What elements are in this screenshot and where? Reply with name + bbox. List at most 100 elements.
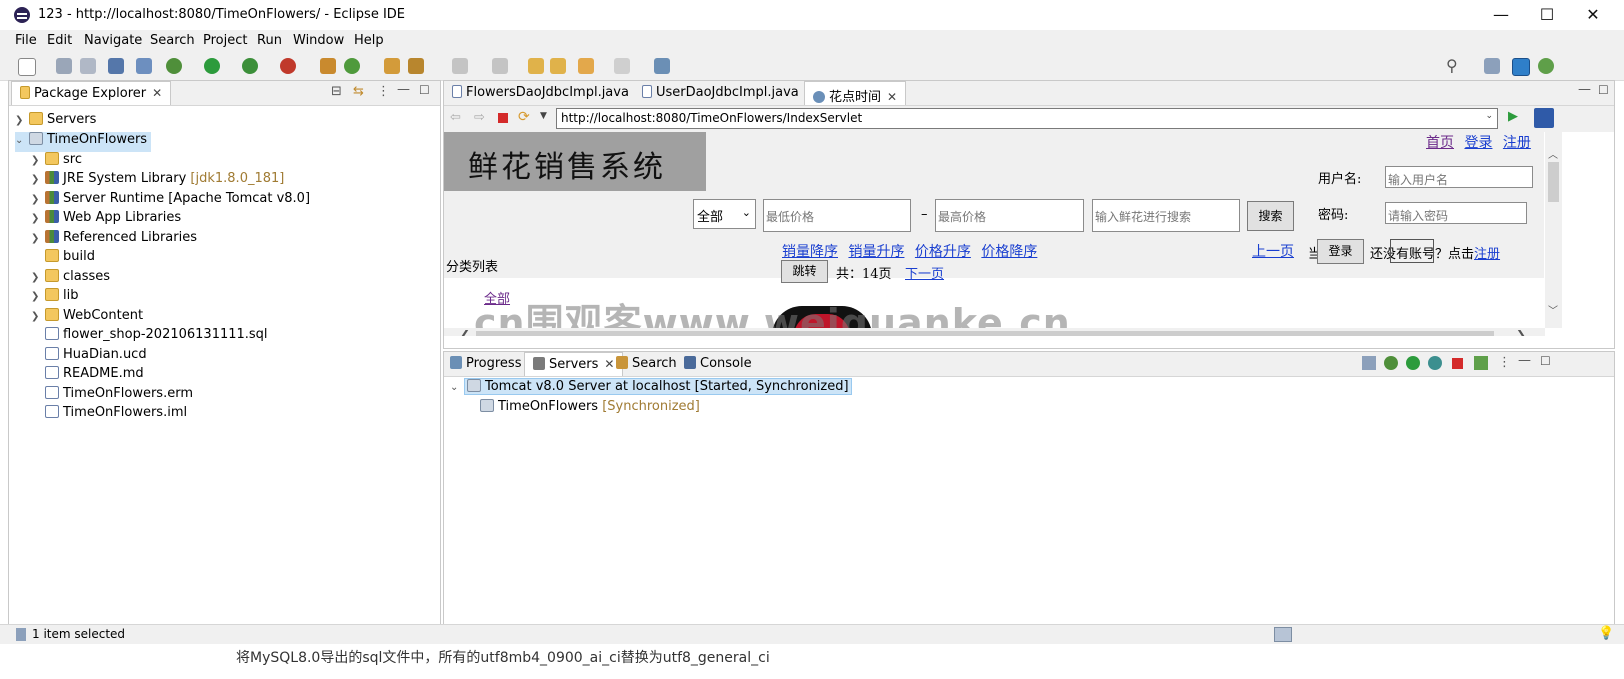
- terminal-icon[interactable]: [108, 58, 124, 74]
- scroll-right-icon[interactable]: ❯: [1516, 328, 1526, 336]
- menu-help[interactable]: Help: [354, 33, 384, 48]
- back-icon[interactable]: ⇦: [450, 110, 461, 125]
- sort-sales-desc[interactable]: 销量降序: [782, 244, 838, 260]
- maximize-button[interactable]: ☐: [1524, 0, 1570, 30]
- prev-page-link[interactable]: 上一页: [1252, 241, 1294, 261]
- chevron-right-icon[interactable]: ❯: [31, 155, 45, 166]
- coverage-icon[interactable]: [242, 58, 258, 74]
- tree-item-lib[interactable]: ❯ lib: [31, 288, 78, 308]
- forward-icon[interactable]: [614, 58, 630, 74]
- jump-button[interactable]: 跳转: [781, 260, 828, 283]
- tab-progress[interactable]: Progress: [450, 356, 521, 371]
- chevron-right-icon[interactable]: ❯: [31, 291, 45, 302]
- skip-breakpoints-icon[interactable]: [136, 58, 152, 74]
- scrollbar-thumb[interactable]: [1548, 162, 1559, 202]
- open-perspective-icon[interactable]: [1484, 58, 1500, 74]
- chevron-right-icon[interactable]: ❯: [31, 311, 45, 322]
- keyword-input[interactable]: 输入鲜花进行搜索: [1092, 199, 1240, 232]
- java-ee-perspective-icon[interactable]: [1512, 58, 1530, 76]
- menu-edit[interactable]: Edit: [47, 33, 72, 48]
- search-icon[interactable]: ⚲: [1446, 56, 1458, 75]
- tab-package-explorer[interactable]: Package Explorer ✕: [11, 81, 172, 105]
- maximize-view-icon[interactable]: ☐: [419, 83, 430, 97]
- minimize-button[interactable]: —: [1478, 0, 1524, 30]
- chevron-right-icon[interactable]: ❯: [31, 272, 45, 283]
- chevron-right-icon[interactable]: ❯: [31, 213, 45, 224]
- menu-project[interactable]: Project: [203, 33, 247, 48]
- server-row[interactable]: ⌄ Tomcat v8.0 Server at localhost [Starte…: [450, 378, 852, 399]
- maximize-view-icon[interactable]: ☐: [1598, 83, 1609, 97]
- chevron-right-icon[interactable]: ❯: [31, 174, 45, 185]
- next-annotation-icon[interactable]: [452, 58, 468, 74]
- tree-item-src[interactable]: ❯ src: [31, 152, 82, 172]
- minimize-view-icon[interactable]: —: [397, 82, 410, 97]
- tab-search[interactable]: Search: [616, 356, 677, 371]
- debug-server-icon[interactable]: [1384, 356, 1398, 370]
- search-button[interactable]: 搜索: [1247, 201, 1294, 231]
- tree-item-readme[interactable]: README.md: [31, 366, 144, 386]
- profile-server-icon[interactable]: [1428, 356, 1442, 370]
- start-server-icon[interactable]: [1406, 356, 1420, 370]
- category-select[interactable]: 全部 ⌄: [693, 199, 756, 229]
- view-menu-icon[interactable]: ⋮: [1498, 355, 1511, 370]
- tree-item-webcontent[interactable]: ❯ WebContent: [31, 308, 143, 328]
- next-page-link[interactable]: 下一页: [905, 263, 944, 282]
- tree-item-jre[interactable]: ❯ JRE System Library [jdk1.8.0_181]: [31, 171, 284, 191]
- password-input[interactable]: 请输入密码: [1385, 202, 1527, 224]
- menu-window[interactable]: Window: [293, 33, 344, 48]
- tree-item-webapp-libs[interactable]: ❯ Web App Libraries: [31, 210, 181, 230]
- scroll-down-icon[interactable]: ﹀: [1548, 302, 1558, 317]
- url-input[interactable]: http://localhost:8080/TimeOnFlowers/Inde…: [556, 108, 1498, 129]
- sort-price-desc[interactable]: 价格降序: [981, 244, 1037, 260]
- chevron-down-icon[interactable]: ⌄: [450, 382, 464, 393]
- new-server-icon[interactable]: [1362, 356, 1376, 370]
- chevron-down-icon[interactable]: ⌄: [1485, 111, 1493, 121]
- chevron-right-icon[interactable]: ❯: [15, 115, 29, 126]
- menu-file[interactable]: File: [15, 33, 37, 48]
- close-icon[interactable]: ✕: [887, 90, 897, 104]
- register-link-top[interactable]: 注册: [1503, 135, 1531, 151]
- horizontal-scrollbar[interactable]: ❮ ❯: [444, 328, 1545, 336]
- collapse-all-icon[interactable]: ⊟: [331, 84, 342, 99]
- sort-sales-asc[interactable]: 销量升序: [848, 244, 904, 260]
- tree-item-servers[interactable]: ❯ Servers: [15, 112, 96, 132]
- external-tools-icon[interactable]: [280, 58, 296, 74]
- new-class-icon[interactable]: [344, 58, 360, 74]
- tree-item-build[interactable]: build: [31, 249, 95, 269]
- close-icon[interactable]: ✕: [604, 357, 614, 371]
- stop-server-icon[interactable]: [1452, 358, 1463, 369]
- go-icon[interactable]: ▶: [1508, 109, 1518, 124]
- open-type-icon[interactable]: [384, 58, 400, 74]
- scroll-up-icon[interactable]: ︿: [1548, 146, 1558, 161]
- debug-icon[interactable]: [166, 58, 182, 74]
- chevron-right-icon[interactable]: ❯: [31, 194, 45, 205]
- hscroll-thumb[interactable]: [476, 331, 1494, 336]
- tree-item-iml-file[interactable]: TimeOnFlowers.iml: [31, 405, 187, 425]
- tree-item-ucd-file[interactable]: HuaDian.ucd: [31, 347, 147, 367]
- menu-search[interactable]: Search: [150, 33, 195, 48]
- tab-browser[interactable]: 花点时间 ✕: [804, 81, 907, 105]
- last-edit-icon[interactable]: [528, 58, 544, 74]
- tab-console[interactable]: Console: [684, 356, 752, 371]
- tab-flowers-dao[interactable]: FlowersDaoJdbcImpl.java: [452, 85, 629, 100]
- task-icon[interactable]: [1274, 627, 1292, 642]
- next-edit-icon[interactable]: [550, 58, 566, 74]
- tree-item-sql-file[interactable]: flower_shop-202106131111.sql: [31, 327, 268, 347]
- maximize-view-icon[interactable]: ☐: [1540, 354, 1551, 368]
- username-input[interactable]: 输入用户名: [1385, 166, 1533, 188]
- login-button[interactable]: 登录: [1317, 239, 1364, 264]
- minimize-view-icon[interactable]: —: [1578, 82, 1591, 97]
- tree-item-referenced-libs[interactable]: ❯ Referenced Libraries: [31, 230, 197, 250]
- vertical-scrollbar[interactable]: ︿ ﹀: [1545, 132, 1562, 328]
- debug-perspective-icon[interactable]: [1538, 58, 1554, 74]
- view-menu-icon[interactable]: ⋮: [377, 84, 390, 99]
- menu-run[interactable]: Run: [257, 33, 282, 48]
- tree-item-server-runtime[interactable]: ❯ Server Runtime [Apache Tomcat v8.0]: [31, 191, 310, 211]
- pin-editor-icon[interactable]: [654, 58, 670, 74]
- module-row[interactable]: TimeOnFlowers [Synchronized]: [480, 399, 700, 419]
- min-price-input[interactable]: 最低价格: [763, 199, 911, 232]
- overlapping-input[interactable]: [1390, 239, 1434, 263]
- run-icon[interactable]: [204, 58, 220, 74]
- refresh-icon[interactable]: ⟳: [518, 109, 530, 125]
- register-link[interactable]: 注册: [1474, 247, 1500, 262]
